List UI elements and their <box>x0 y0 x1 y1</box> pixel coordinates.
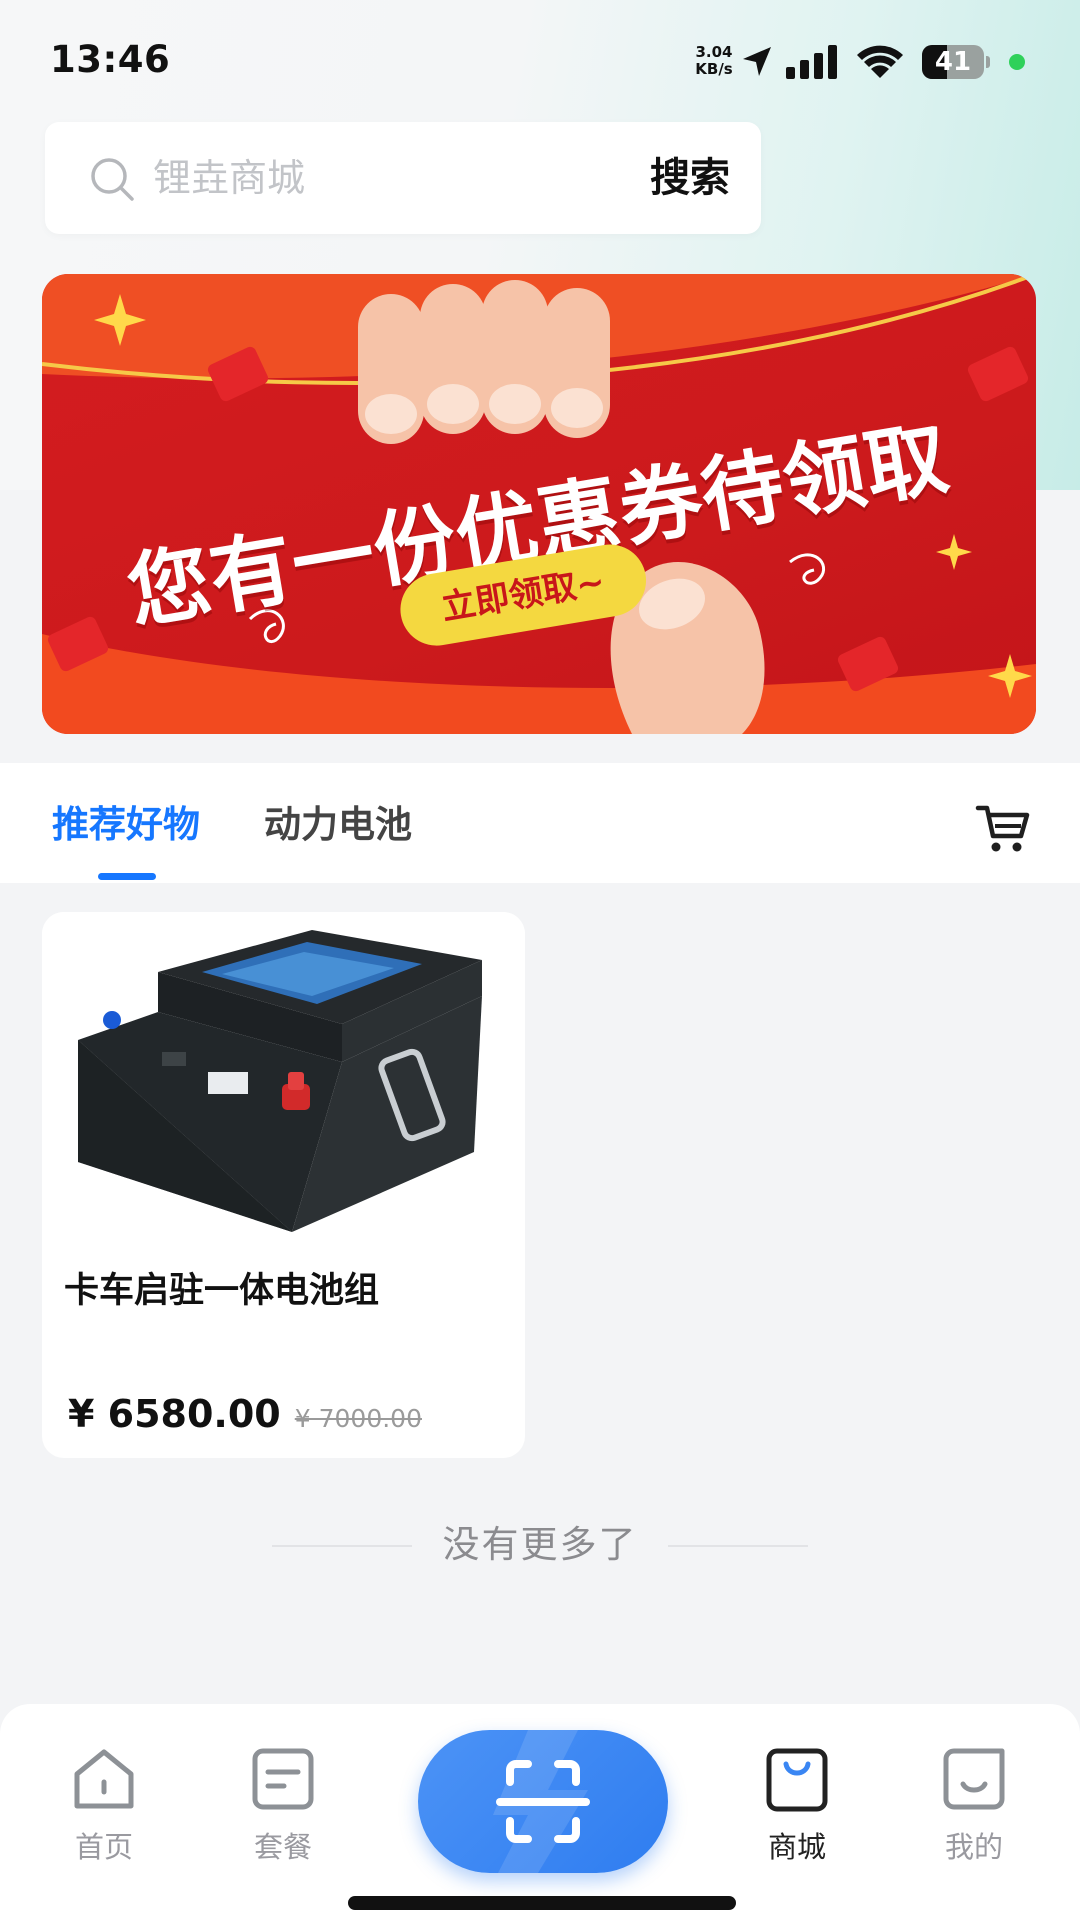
battery-body: 41 <box>922 45 984 79</box>
location-arrow-icon <box>743 47 771 76</box>
search-bar[interactable]: 搜索 <box>45 122 761 234</box>
nav-mall[interactable]: 商城 <box>737 1744 857 1884</box>
nav-mine-label: 我的 <box>944 1830 1003 1864</box>
battery-icon: 41 <box>922 45 992 79</box>
status-time: 13:46 <box>50 38 171 81</box>
nav-home-label: 首页 <box>74 1830 133 1864</box>
active-tab-indicator <box>98 873 156 880</box>
search-input[interactable] <box>153 150 533 206</box>
list-end-text: 没有更多了 <box>442 1523 638 1566</box>
tab-power-battery[interactable]: 动力电池 <box>264 795 412 855</box>
search-button[interactable]: 搜索 <box>625 148 755 208</box>
status-bar: 13:46 3.04 KB/s 41 <box>0 0 1080 120</box>
profile-icon <box>943 1748 1005 1810</box>
network-speed-unit: KB/s <box>695 60 733 78</box>
cellular-signal-icon <box>786 45 837 79</box>
nav-mine[interactable]: 我的 <box>914 1744 1034 1884</box>
product-card[interactable]: 卡车启驻一体电池组 ¥ 6580.00 ¥ 7000.00 <box>42 912 525 1458</box>
search-icon <box>91 158 134 201</box>
wifi-icon <box>857 45 903 78</box>
network-speed: 3.04 KB/s <box>690 44 738 78</box>
nav-mall-label: 商城 <box>767 1830 826 1864</box>
scan-icon <box>493 1730 590 1873</box>
price-row: ¥ 6580.00 ¥ 7000.00 <box>68 1392 508 1452</box>
home-indicator[interactable] <box>348 1896 736 1910</box>
battery-tip <box>986 56 990 68</box>
product-title: 卡车启驻一体电池组 <box>64 1271 380 1311</box>
package-icon <box>252 1748 314 1810</box>
scan-button[interactable] <box>418 1730 668 1873</box>
product-price: ¥ 6580.00 <box>68 1392 281 1436</box>
tab-recommended[interactable]: 推荐好物 <box>52 795 200 855</box>
home-icon <box>74 1749 134 1809</box>
nav-package[interactable]: 套餐 <box>223 1744 343 1884</box>
mall-page: 13:46 3.04 KB/s 41 锂垚商城 搜索 您有一份优惠券待领取 立即… <box>0 0 1080 1920</box>
product-original-price: ¥ 7000.00 <box>294 1404 422 1433</box>
cart-icon[interactable] <box>975 800 1031 856</box>
product-image <box>42 912 525 1252</box>
nav-package-label: 套餐 <box>253 1830 312 1864</box>
list-end-indicator: 没有更多了 <box>0 1515 1080 1575</box>
privacy-indicator-dot <box>1009 54 1025 70</box>
nav-home[interactable]: 首页 <box>44 1744 164 1884</box>
battery-level: 41 <box>934 47 972 77</box>
network-speed-value: 3.04 <box>695 43 733 61</box>
shopping-bag-icon <box>766 1748 828 1812</box>
category-tabs: 推荐好物 动力电池 <box>0 763 1080 883</box>
